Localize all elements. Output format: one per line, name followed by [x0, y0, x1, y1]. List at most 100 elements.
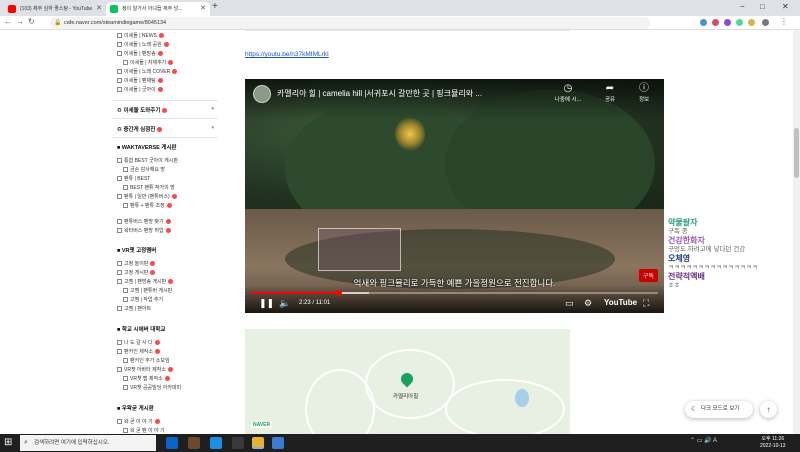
board-icon — [117, 33, 122, 39]
board-icon — [117, 87, 122, 93]
subscribe-button[interactable]: 구독 — [638, 269, 658, 282]
chrome-icon[interactable] — [252, 437, 264, 449]
forward-icon[interactable]: → — [16, 17, 24, 26]
sidebar-item[interactable]: 왁 굳 이 야 기 — [117, 419, 160, 426]
new-badge — [166, 203, 172, 209]
sidebar-item[interactable]: VR챗 맵 제작소 — [123, 376, 170, 383]
tab-naver-cafe[interactable]: 정이 알가서 아녀듭 제주 넝... ✕ — [106, 2, 210, 16]
back-icon[interactable]: ← — [4, 17, 12, 26]
tab-youtube[interactable]: (103) 제주 심하 좋스탕 - YouTube ✕ — [4, 2, 106, 16]
extension-icon[interactable] — [712, 19, 719, 26]
sidebar-item[interactable]: BEST 팬튜 작가의 방 — [123, 185, 175, 192]
sidebar-item[interactable]: 금손 감사해요 방 — [123, 167, 165, 174]
board-icon — [117, 228, 122, 234]
new-badge — [150, 270, 156, 276]
sidebar-item[interactable]: VR챗 공공빌딩 아카데미 — [123, 385, 181, 392]
sidebar-item[interactable]: 이세돌 | 팬방송 — [117, 51, 163, 58]
profile-avatar[interactable] — [762, 19, 769, 26]
sidebar-item[interactable]: 통합 BEST 굿아이 게시판 — [117, 158, 178, 165]
sidebar-item[interactable]: 고멤 | 팬방송 게시판 — [117, 279, 174, 286]
scrubber-handle[interactable] — [335, 290, 342, 296]
sidebar-item[interactable]: 나 도 갈 사 다 — [117, 340, 160, 347]
board-icon — [117, 158, 122, 164]
sidebar-item[interactable]: 고멤 | 팬아트 — [117, 306, 151, 313]
sidebar-menu-2[interactable]: ♻ 충간게 심점진 — [117, 125, 163, 133]
minimize-button[interactable]: − — [740, 0, 745, 14]
url-field[interactable]: 🔒 cafe.naver.com/steamindiegame/8045134 — [50, 17, 650, 29]
sidebar-item[interactable]: 이세돌 | 노래 공원 — [117, 42, 169, 49]
taskbar-clock[interactable]: 오후 11:26 2022-10-13 — [760, 436, 786, 450]
progress-bar[interactable] — [251, 290, 658, 296]
sidebar-item[interactable]: 고멤 | 팬튜버 게시판 — [123, 288, 172, 295]
new-tab-button[interactable]: + — [212, 1, 218, 12]
naver-map[interactable]: 카멜리아힐 NAVER — [245, 329, 570, 434]
share-button[interactable]: ➦ 공유 — [595, 83, 625, 103]
sidebar-item[interactable]: 팬튜버스 팬방 찾기 — [117, 219, 171, 226]
sidebar-item[interactable]: 팬튜 | 일반 (팬튜버스) — [117, 194, 177, 201]
taskbar: ⊞ ⌕ 검색하려면 여기에 입력하십시오. ⌃ ▭ 🔊 A 오후 11:26 2… — [0, 434, 800, 452]
subtitles-icon[interactable]: ▭ — [565, 297, 574, 309]
sidebar-item[interactable]: 이세돌 | 굿아이 — [117, 87, 163, 94]
dark-mode-button[interactable]: ☾ 다크 모드로 보기 — [685, 401, 753, 418]
maximize-button[interactable]: □ — [760, 0, 765, 14]
sidebar-item[interactable]: 고정 게시판 — [117, 270, 156, 277]
app-icon[interactable] — [188, 437, 200, 449]
reload-icon[interactable]: ↻ — [28, 17, 35, 26]
vscode-icon[interactable] — [210, 437, 222, 449]
extension-icon[interactable] — [736, 19, 743, 26]
chat-message: ㅋㅋㅋㅋㅋㅋㅋㅋㅋㅋㅋㅋㅋㅋㅋ — [668, 264, 758, 271]
sidebar-item[interactable]: 이세돌 | 자체추가 — [123, 60, 174, 67]
board-icon — [117, 306, 122, 312]
chevron-down-icon[interactable]: ▾ — [211, 106, 214, 112]
youtube-logo[interactable]: YouTube — [604, 298, 637, 307]
close-window-button[interactable]: ✕ — [782, 0, 789, 14]
extension-icon[interactable] — [748, 19, 755, 26]
board-icon — [117, 349, 122, 355]
chevron-down-icon[interactable]: ▾ — [211, 125, 214, 131]
taskbar-search[interactable]: ⌕ 검색하려면 여기에 입력하십시오. — [20, 435, 156, 451]
app-icon[interactable] — [232, 437, 244, 449]
info-button[interactable]: ⓘ 정보 — [629, 83, 659, 103]
fullscreen-icon[interactable]: ⛶ — [643, 297, 649, 309]
board-icon — [117, 51, 122, 57]
sidebar-item[interactable]: 팬키인 추가 소모임 — [123, 358, 170, 365]
video-title[interactable]: 카멜리아 힐 | camelia hill |서귀포시 갈만한 곳 | 핑크뮬리… — [277, 88, 482, 99]
scroll-to-top-button[interactable]: ↑ — [760, 401, 777, 418]
volume-icon[interactable]: 🔈 — [279, 297, 290, 309]
youtube-link[interactable]: https://youtu.be/n37kMIMLrkI — [245, 51, 329, 58]
close-tab-icon[interactable]: ✕ — [200, 2, 206, 16]
app-icon[interactable] — [272, 437, 284, 449]
windows-start-icon[interactable]: ⊞ — [4, 437, 12, 449]
edge-icon[interactable] — [166, 437, 178, 449]
sidebar-item[interactable]: 이세돌 | 팬채팅 — [117, 78, 163, 85]
moon-icon: ☾ — [691, 406, 698, 413]
watch-later-button[interactable]: ◷ 나중에 시... — [553, 83, 583, 103]
close-tab-icon[interactable]: ✕ — [96, 2, 102, 16]
board-icon — [123, 428, 128, 434]
sidebar-item[interactable]: 팬튜 | BEST — [117, 176, 150, 183]
sidebar-menu-1[interactable]: ♻ 이세돌 도와주기 — [117, 106, 168, 114]
pause-icon[interactable]: ❚❚ — [259, 297, 274, 309]
system-tray-icons[interactable]: ⌃ ▭ 🔊 A — [690, 437, 717, 444]
sidebar-item[interactable]: 고멤 | 작업 추기 — [123, 297, 163, 304]
new-badge — [163, 42, 169, 48]
scrollbar-thumb[interactable] — [794, 128, 799, 178]
settings-icon[interactable]: ⚙ — [584, 297, 592, 309]
section-vr: ■ VR챗 고정멤버 — [117, 248, 157, 254]
channel-avatar[interactable] — [253, 85, 271, 103]
extension-icon[interactable] — [724, 19, 731, 26]
extension-icon[interactable] — [700, 19, 707, 26]
sidebar-item[interactable]: VR챗 아바타 제작소 — [117, 367, 173, 374]
sidebar-item[interactable]: 왁타버스 팬방 취업 — [117, 228, 171, 235]
map-road — [445, 379, 565, 434]
sidebar-item[interactable]: 팬카인 제작소 — [117, 349, 160, 356]
sidebar-item[interactable]: 팬튜 + 팬튜 조장 — [123, 203, 172, 210]
info-icon: ⓘ — [639, 83, 649, 94]
sidebar-item[interactable]: 고정 놀이판 — [117, 261, 156, 268]
page-scrollbar[interactable] — [793, 30, 800, 434]
board-icon — [117, 261, 122, 267]
sidebar-item[interactable]: 이세돌 | 노래 COVER — [117, 69, 178, 76]
youtube-player[interactable]: 카멜리아 힐 | camelia hill |서귀포시 갈만한 곳 | 핑크뮬리… — [245, 79, 664, 313]
menu-icon[interactable]: ⋮ — [780, 17, 788, 26]
sidebar-item[interactable]: 이세돌 | NEWS — [117, 33, 164, 40]
